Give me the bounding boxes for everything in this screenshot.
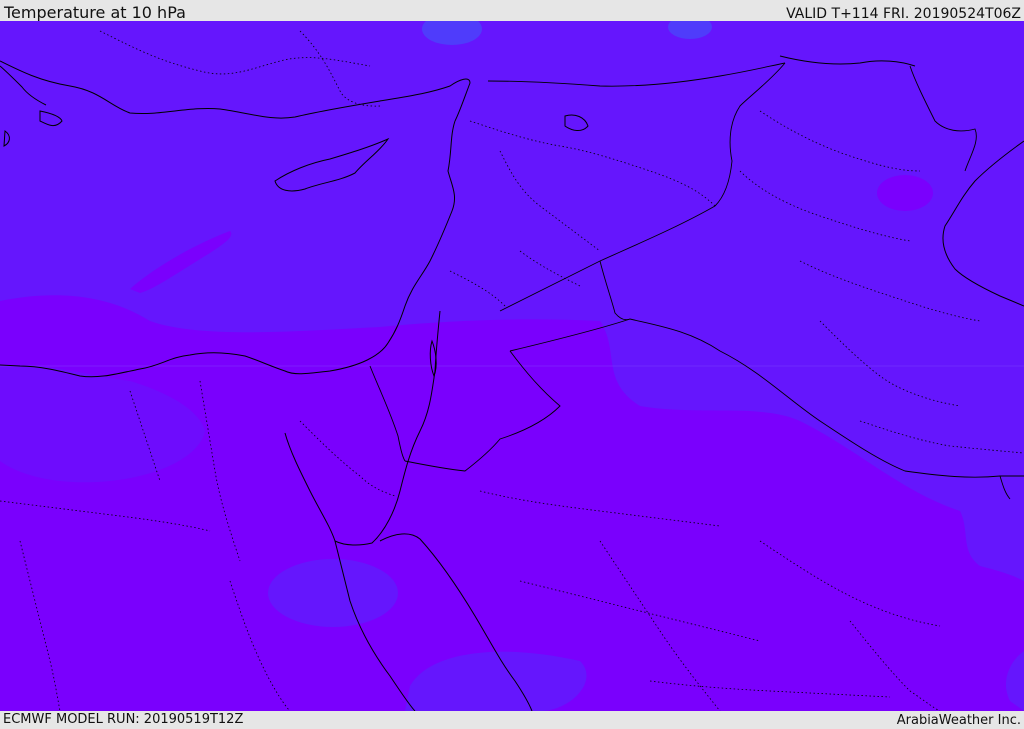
warm-patch-iraq [877,175,933,211]
cool-blob-egypt [268,559,398,627]
credit-label: ArabiaWeather Inc. [896,713,1021,728]
header-bar: Temperature at 10 hPa VALID T+114 FRI. 2… [0,0,1024,22]
temperature-map-svg [0,21,1024,711]
footer-bar: ECMWF MODEL RUN: 20190519T12Z ArabiaWeat… [0,711,1024,729]
valid-time-label: VALID T+114 FRI. 20190524T06Z [786,6,1021,22]
weather-map [0,21,1024,711]
map-title: Temperature at 10 hPa [4,3,186,22]
model-run-label: ECMWF MODEL RUN: 20190519T12Z [3,712,244,727]
